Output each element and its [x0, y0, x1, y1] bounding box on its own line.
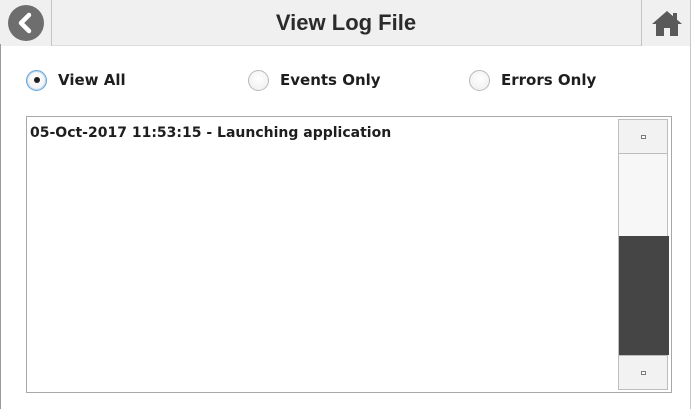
radio-view-all[interactable]: View All [26, 62, 126, 98]
radio-label-events-only: Events Only [280, 71, 381, 89]
radio-events-only[interactable]: Events Only [248, 62, 381, 98]
back-button[interactable] [0, 0, 52, 46]
scroll-down-icon [640, 370, 646, 375]
radio-button[interactable] [469, 69, 490, 91]
radio-button-selected[interactable] [26, 69, 47, 91]
radio-label-errors-only: Errors Only [501, 71, 597, 89]
scroll-track[interactable] [618, 154, 669, 355]
back-arrow-icon [7, 5, 44, 41]
scroll-down-button[interactable] [618, 355, 668, 390]
scroll-thumb[interactable] [619, 236, 669, 355]
scroll-up-icon [640, 134, 646, 139]
log-filter-group: View All Events Only Errors Only [0, 62, 691, 98]
scroll-up-button[interactable] [618, 119, 668, 154]
home-button[interactable] [641, 0, 691, 46]
log-entry[interactable]: 05-Oct-2017 11:53:15 - Launching applica… [30, 123, 619, 143]
radio-button[interactable] [248, 69, 269, 91]
log-list[interactable]: 05-Oct-2017 11:53:15 - Launching applica… [26, 116, 672, 393]
radio-dot [33, 77, 40, 83]
radio-errors-only[interactable]: Errors Only [469, 62, 596, 98]
log-viewer-window: View Log File View All Events Only Error… [0, 0, 691, 409]
window-border-left [0, 44, 1, 409]
header-bar: View Log File [0, 0, 691, 46]
log-lines: 05-Oct-2017 11:53:15 - Launching applica… [27, 117, 619, 392]
radio-label-view-all: View All [58, 71, 126, 89]
vertical-scrollbar[interactable] [618, 119, 669, 390]
home-icon [651, 11, 682, 36]
page-title: View Log File [275, 10, 417, 35]
